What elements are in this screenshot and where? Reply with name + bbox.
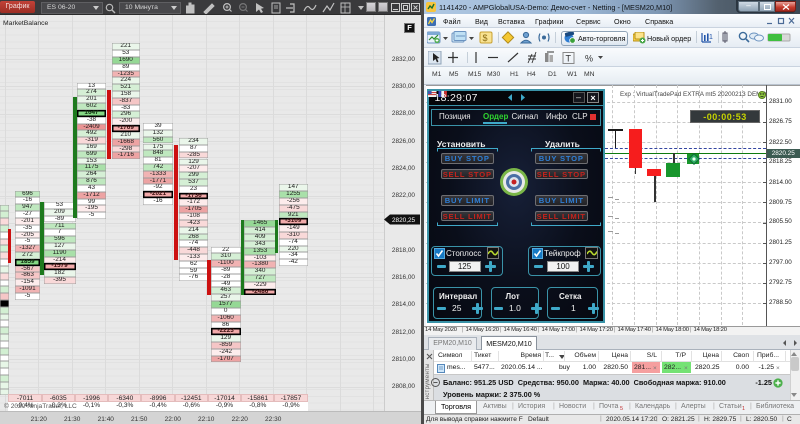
svg-text:$: $ — [483, 33, 488, 43]
svg-text:2820,25: 2820,25 — [392, 217, 416, 224]
svg-text:%: % — [585, 53, 593, 63]
svg-text:T: T — [566, 53, 572, 63]
svg-text:1: 1 — [709, 34, 713, 41]
